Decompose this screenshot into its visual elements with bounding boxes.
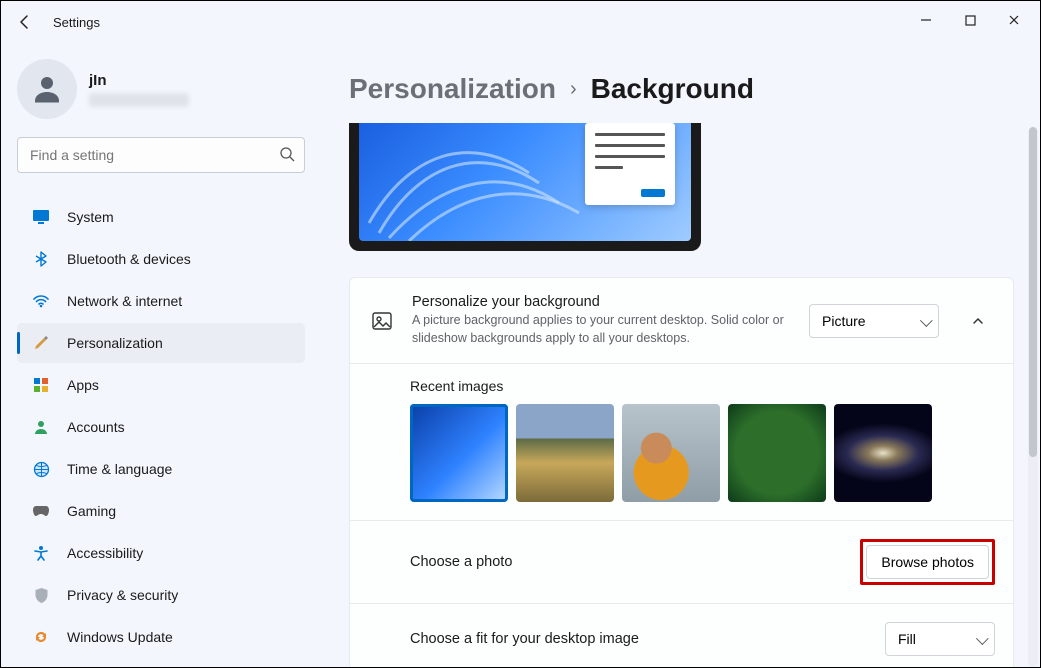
minimize-button[interactable] [904, 5, 948, 35]
sidebar-item-personalization[interactable]: Personalization [17, 323, 305, 363]
wifi-icon [31, 292, 51, 310]
scrollbar-thumb[interactable] [1029, 127, 1037, 457]
sidebar-item-label: Accounts [67, 419, 125, 435]
annotation-highlight: Browse photos [860, 539, 995, 585]
sidebar-item-network[interactable]: Network & internet [17, 281, 305, 321]
maximize-icon [965, 15, 976, 26]
personalize-background-panel: Personalize your background A picture ba… [349, 277, 1014, 667]
browse-photos-button[interactable]: Browse photos [866, 545, 989, 579]
panel-title: Personalize your background [412, 294, 793, 310]
sidebar-item-privacy[interactable]: Privacy & security [17, 575, 305, 615]
sidebar-item-time[interactable]: Time & language [17, 449, 305, 489]
sidebar-item-accessibility[interactable]: Accessibility [17, 533, 305, 573]
search-input[interactable] [17, 137, 305, 173]
avatar [17, 59, 77, 119]
desktop-preview [349, 123, 701, 251]
sidebar-item-label: Privacy & security [67, 587, 178, 603]
sidebar-item-update[interactable]: Windows Update [17, 617, 305, 657]
sidebar-item-label: Apps [67, 377, 99, 393]
sidebar-item-label: Accessibility [67, 545, 143, 561]
sidebar: jIn System Bluetooth & devices Network &… [1, 43, 321, 667]
sidebar-item-label: Network & internet [67, 293, 182, 309]
bluetooth-icon [31, 251, 51, 267]
sidebar-item-label: Bluetooth & devices [67, 251, 191, 267]
choose-fit-row: Choose a fit for your desktop image Fill [350, 604, 1013, 667]
user-name: jIn [89, 72, 189, 89]
sidebar-item-label: Gaming [67, 503, 116, 519]
sidebar-item-gaming[interactable]: Gaming [17, 491, 305, 531]
recent-image-thumb[interactable] [622, 404, 720, 502]
gamepad-icon [31, 504, 51, 518]
user-email-redacted [89, 93, 189, 107]
maximize-button[interactable] [948, 5, 992, 35]
panel-subtitle: A picture background applies to your cur… [412, 312, 793, 347]
shield-icon [31, 587, 51, 604]
image-icon [368, 310, 396, 332]
recent-image-thumb[interactable] [516, 404, 614, 502]
choose-photo-row: Choose a photo Browse photos [350, 521, 1013, 603]
dropdown-value: Fill [898, 631, 916, 647]
sidebar-item-system[interactable]: System [17, 197, 305, 237]
scrollbar[interactable] [1028, 127, 1038, 667]
nav-list: System Bluetooth & devices Network & int… [11, 195, 311, 667]
arrow-left-icon [17, 14, 33, 30]
window-title: Settings [53, 15, 100, 30]
fit-dropdown[interactable]: Fill [885, 622, 995, 656]
expand-toggle[interactable] [961, 304, 995, 338]
sidebar-item-label: Windows Update [67, 629, 173, 645]
preview-window [585, 123, 675, 205]
recent-image-thumb[interactable] [728, 404, 826, 502]
apps-icon [31, 377, 51, 393]
sidebar-item-label: Personalization [67, 335, 163, 351]
minimize-icon [920, 14, 932, 26]
sidebar-item-apps[interactable]: Apps [17, 365, 305, 405]
sidebar-item-bluetooth[interactable]: Bluetooth & devices [17, 239, 305, 279]
choose-photo-label: Choose a photo [410, 554, 844, 570]
breadcrumb: Personalization › Background [349, 43, 1014, 123]
preview-wallpaper [359, 123, 691, 241]
dropdown-value: Picture [822, 313, 866, 329]
main-content: Personalization › Background [321, 43, 1040, 667]
background-type-dropdown[interactable]: Picture [809, 304, 939, 338]
person-icon [31, 419, 51, 435]
paintbrush-icon [31, 334, 51, 352]
recent-images-label: Recent images [410, 378, 995, 394]
breadcrumb-parent[interactable]: Personalization [349, 73, 556, 105]
recent-image-thumb[interactable] [834, 404, 932, 502]
clock-globe-icon [31, 461, 51, 478]
chevron-right-icon: › [570, 78, 577, 101]
back-button[interactable] [9, 6, 41, 38]
chevron-up-icon [971, 314, 985, 328]
sidebar-item-label: Time & language [67, 461, 172, 477]
monitor-icon [31, 208, 51, 226]
page-title: Background [591, 73, 754, 105]
sidebar-item-label: System [67, 209, 114, 225]
sidebar-item-accounts[interactable]: Accounts [17, 407, 305, 447]
update-icon [31, 629, 51, 645]
recent-image-thumb[interactable] [410, 404, 508, 502]
close-button[interactable] [992, 5, 1036, 35]
user-block[interactable]: jIn [11, 53, 311, 137]
recent-images-section: Recent images [350, 364, 1013, 520]
search-icon [279, 146, 295, 167]
search-box[interactable] [17, 137, 305, 173]
close-icon [1008, 14, 1020, 26]
accessibility-icon [31, 545, 51, 561]
choose-fit-label: Choose a fit for your desktop image [410, 631, 869, 647]
